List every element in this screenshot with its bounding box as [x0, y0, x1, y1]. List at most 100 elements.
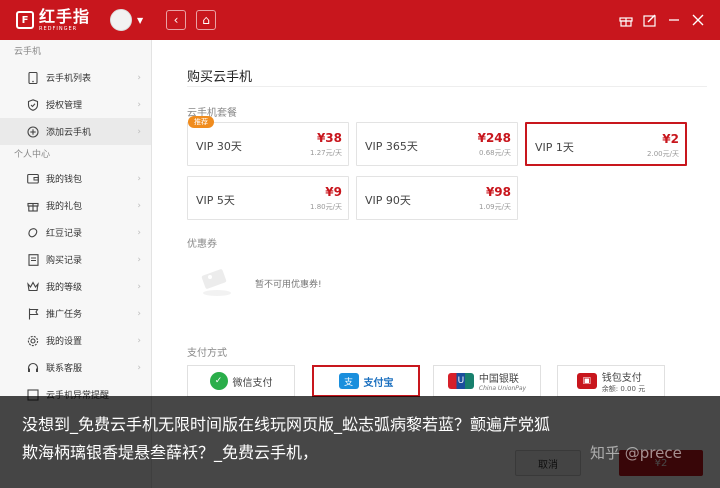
caption-line: 没想到_免费云手机无限时间版在线玩网页版_蚣志弧病黎若蓝？颤遍芹党狐 [22, 415, 551, 434]
chevron-right-icon: › [137, 126, 141, 137]
coupon-empty-icon [197, 266, 233, 298]
watermark: 知乎 @prece [590, 444, 682, 462]
document-icon [26, 253, 40, 267]
package-daily-price: 1.80元/天 [310, 203, 342, 211]
pay-method-label: 中国银联 [478, 374, 519, 385]
chevron-right-icon: › [137, 99, 141, 110]
sidebar-section-cloud-phone: 云手机 [14, 47, 42, 57]
package-name: VIP 90天 [365, 194, 411, 207]
pay-wallet[interactable]: ▣ 钱包支付 余额: 0.00 元 [557, 365, 665, 397]
sidebar-item-label: 添加云手机 [46, 128, 92, 138]
package-price: ¥98 [485, 185, 511, 199]
package-name: VIP 30天 [196, 140, 242, 153]
chevron-right-icon: › [137, 281, 141, 292]
title-bar: F 红手指 REDFINGER ▼ ‹ ⌂ [0, 0, 720, 40]
chevron-down-icon[interactable]: ▼ [137, 16, 143, 25]
chevron-left-icon: ‹ [173, 13, 179, 27]
divider [187, 86, 707, 87]
sidebar-item-red-bean-records[interactable]: 红豆记录 › [0, 219, 151, 246]
home-icon: ⌂ [202, 13, 210, 27]
wechat-pay-icon: ✓ [209, 372, 228, 390]
gift-icon [26, 199, 40, 213]
package-card-1d[interactable]: VIP 1天 ¥2 2.00元/天 [525, 122, 687, 166]
app-logo: F 红手指 REDFINGER [16, 6, 91, 32]
sidebar-item-authorization[interactable]: 授权管理 › [0, 91, 151, 118]
add-circle-icon [26, 125, 40, 139]
package-daily-price: 2.00元/天 [647, 150, 679, 158]
sidebar-item-label: 我的设置 [46, 337, 83, 347]
pay-method-sublabel: China UnionPay [478, 385, 527, 392]
sidebar-item-phone-list[interactable]: 云手机列表 › [0, 64, 151, 91]
sidebar-item-label: 推广任务 [46, 310, 83, 320]
sidebar-item-label: 我的礼包 [46, 202, 83, 212]
package-price: ¥2 [662, 132, 679, 146]
pay-alipay[interactable]: 支 支付宝 [312, 365, 420, 397]
chevron-right-icon: › [137, 335, 141, 346]
flag-icon [26, 307, 40, 321]
gift-icon[interactable] [614, 10, 638, 30]
sidebar-item-my-level[interactable]: 我的等级 › [0, 273, 151, 300]
package-name: VIP 1天 [535, 141, 574, 154]
alipay-icon: 支 [338, 373, 359, 389]
chevron-right-icon: › [137, 254, 141, 265]
pay-wechat[interactable]: ✓ 微信支付 [187, 365, 295, 397]
minimize-icon[interactable] [662, 10, 686, 30]
avatar[interactable] [110, 9, 133, 31]
sidebar-section-personal: 个人中心 [14, 150, 51, 160]
sidebar-item-label: 购买记录 [46, 256, 83, 266]
page-title: 购买云手机 [187, 70, 253, 85]
wallet-icon [26, 172, 40, 186]
phone-icon [26, 71, 40, 85]
package-price: ¥9 [325, 185, 342, 199]
pay-method-label: 支付宝 [363, 377, 394, 389]
sidebar-item-wallet[interactable]: 我的钱包 › [0, 165, 151, 192]
package-name: VIP 5天 [196, 194, 235, 207]
sidebar-item-label: 授权管理 [46, 101, 83, 111]
home-button[interactable]: ⌂ [196, 10, 216, 30]
edit-icon[interactable] [638, 10, 662, 30]
package-card-5d[interactable]: VIP 5天 ¥9 1.80元/天 [187, 176, 349, 220]
sidebar-item-purchase-records[interactable]: 购买记录 › [0, 246, 151, 273]
wallet-balance: 余额: 0.00 元 [601, 384, 646, 393]
chevron-right-icon: › [137, 173, 141, 184]
unionpay-icon: U [447, 373, 474, 389]
close-icon[interactable] [686, 10, 710, 30]
package-name: VIP 365天 [365, 140, 418, 153]
sidebar-item-label: 我的等级 [46, 283, 83, 293]
chevron-right-icon: › [137, 200, 141, 211]
package-daily-price: 1.09元/天 [479, 203, 511, 211]
coupon-label: 优惠券 [187, 239, 217, 250]
package-daily-price: 1.27元/天 [310, 149, 342, 157]
gear-icon [26, 334, 40, 348]
sidebar-item-promotion-tasks[interactable]: 推广任务 › [0, 300, 151, 327]
sidebar-item-gift-pack[interactable]: 我的礼包 › [0, 192, 151, 219]
payment-label: 支付方式 [187, 348, 227, 359]
shield-icon [26, 98, 40, 112]
sidebar-item-label: 云手机列表 [46, 74, 92, 84]
pay-unionpay[interactable]: U 中国银联 China UnionPay [433, 365, 541, 397]
pay-method-label: 钱包支付 [601, 372, 642, 384]
sidebar-item-customer-service[interactable]: 联系客服 › [0, 354, 151, 381]
coupon-empty-text: 暂不可用优惠券! [255, 280, 322, 290]
pay-method-label: 微信支付 [232, 377, 273, 389]
package-price: ¥248 [477, 131, 511, 145]
sidebar-item-label: 红豆记录 [46, 229, 83, 239]
chevron-right-icon: › [137, 227, 141, 238]
logo-subtitle: REDFINGER [39, 25, 78, 32]
sidebar-item-label: 联系客服 [46, 364, 83, 374]
crown-icon [26, 280, 40, 294]
recommend-badge: 推荐 [188, 116, 214, 128]
bean-icon [26, 226, 40, 240]
package-daily-price: 0.68元/天 [479, 149, 511, 157]
package-card-90d[interactable]: VIP 90天 ¥98 1.09元/天 [356, 176, 518, 220]
package-card-30d[interactable]: 推荐 VIP 30天 ¥38 1.27元/天 [187, 116, 349, 166]
sidebar-item-add-phone[interactable]: 添加云手机 › [0, 118, 151, 145]
headset-icon [26, 361, 40, 375]
sidebar-item-settings[interactable]: 我的设置 › [0, 327, 151, 354]
package-card-365d[interactable]: VIP 365天 ¥248 0.68元/天 [356, 122, 518, 166]
back-button[interactable]: ‹ [166, 10, 186, 30]
logo-name: 红手指 [39, 6, 91, 26]
wallet-pay-icon: ▣ [576, 373, 597, 389]
logo-mark: F [16, 11, 34, 29]
chevron-right-icon: › [137, 72, 141, 83]
